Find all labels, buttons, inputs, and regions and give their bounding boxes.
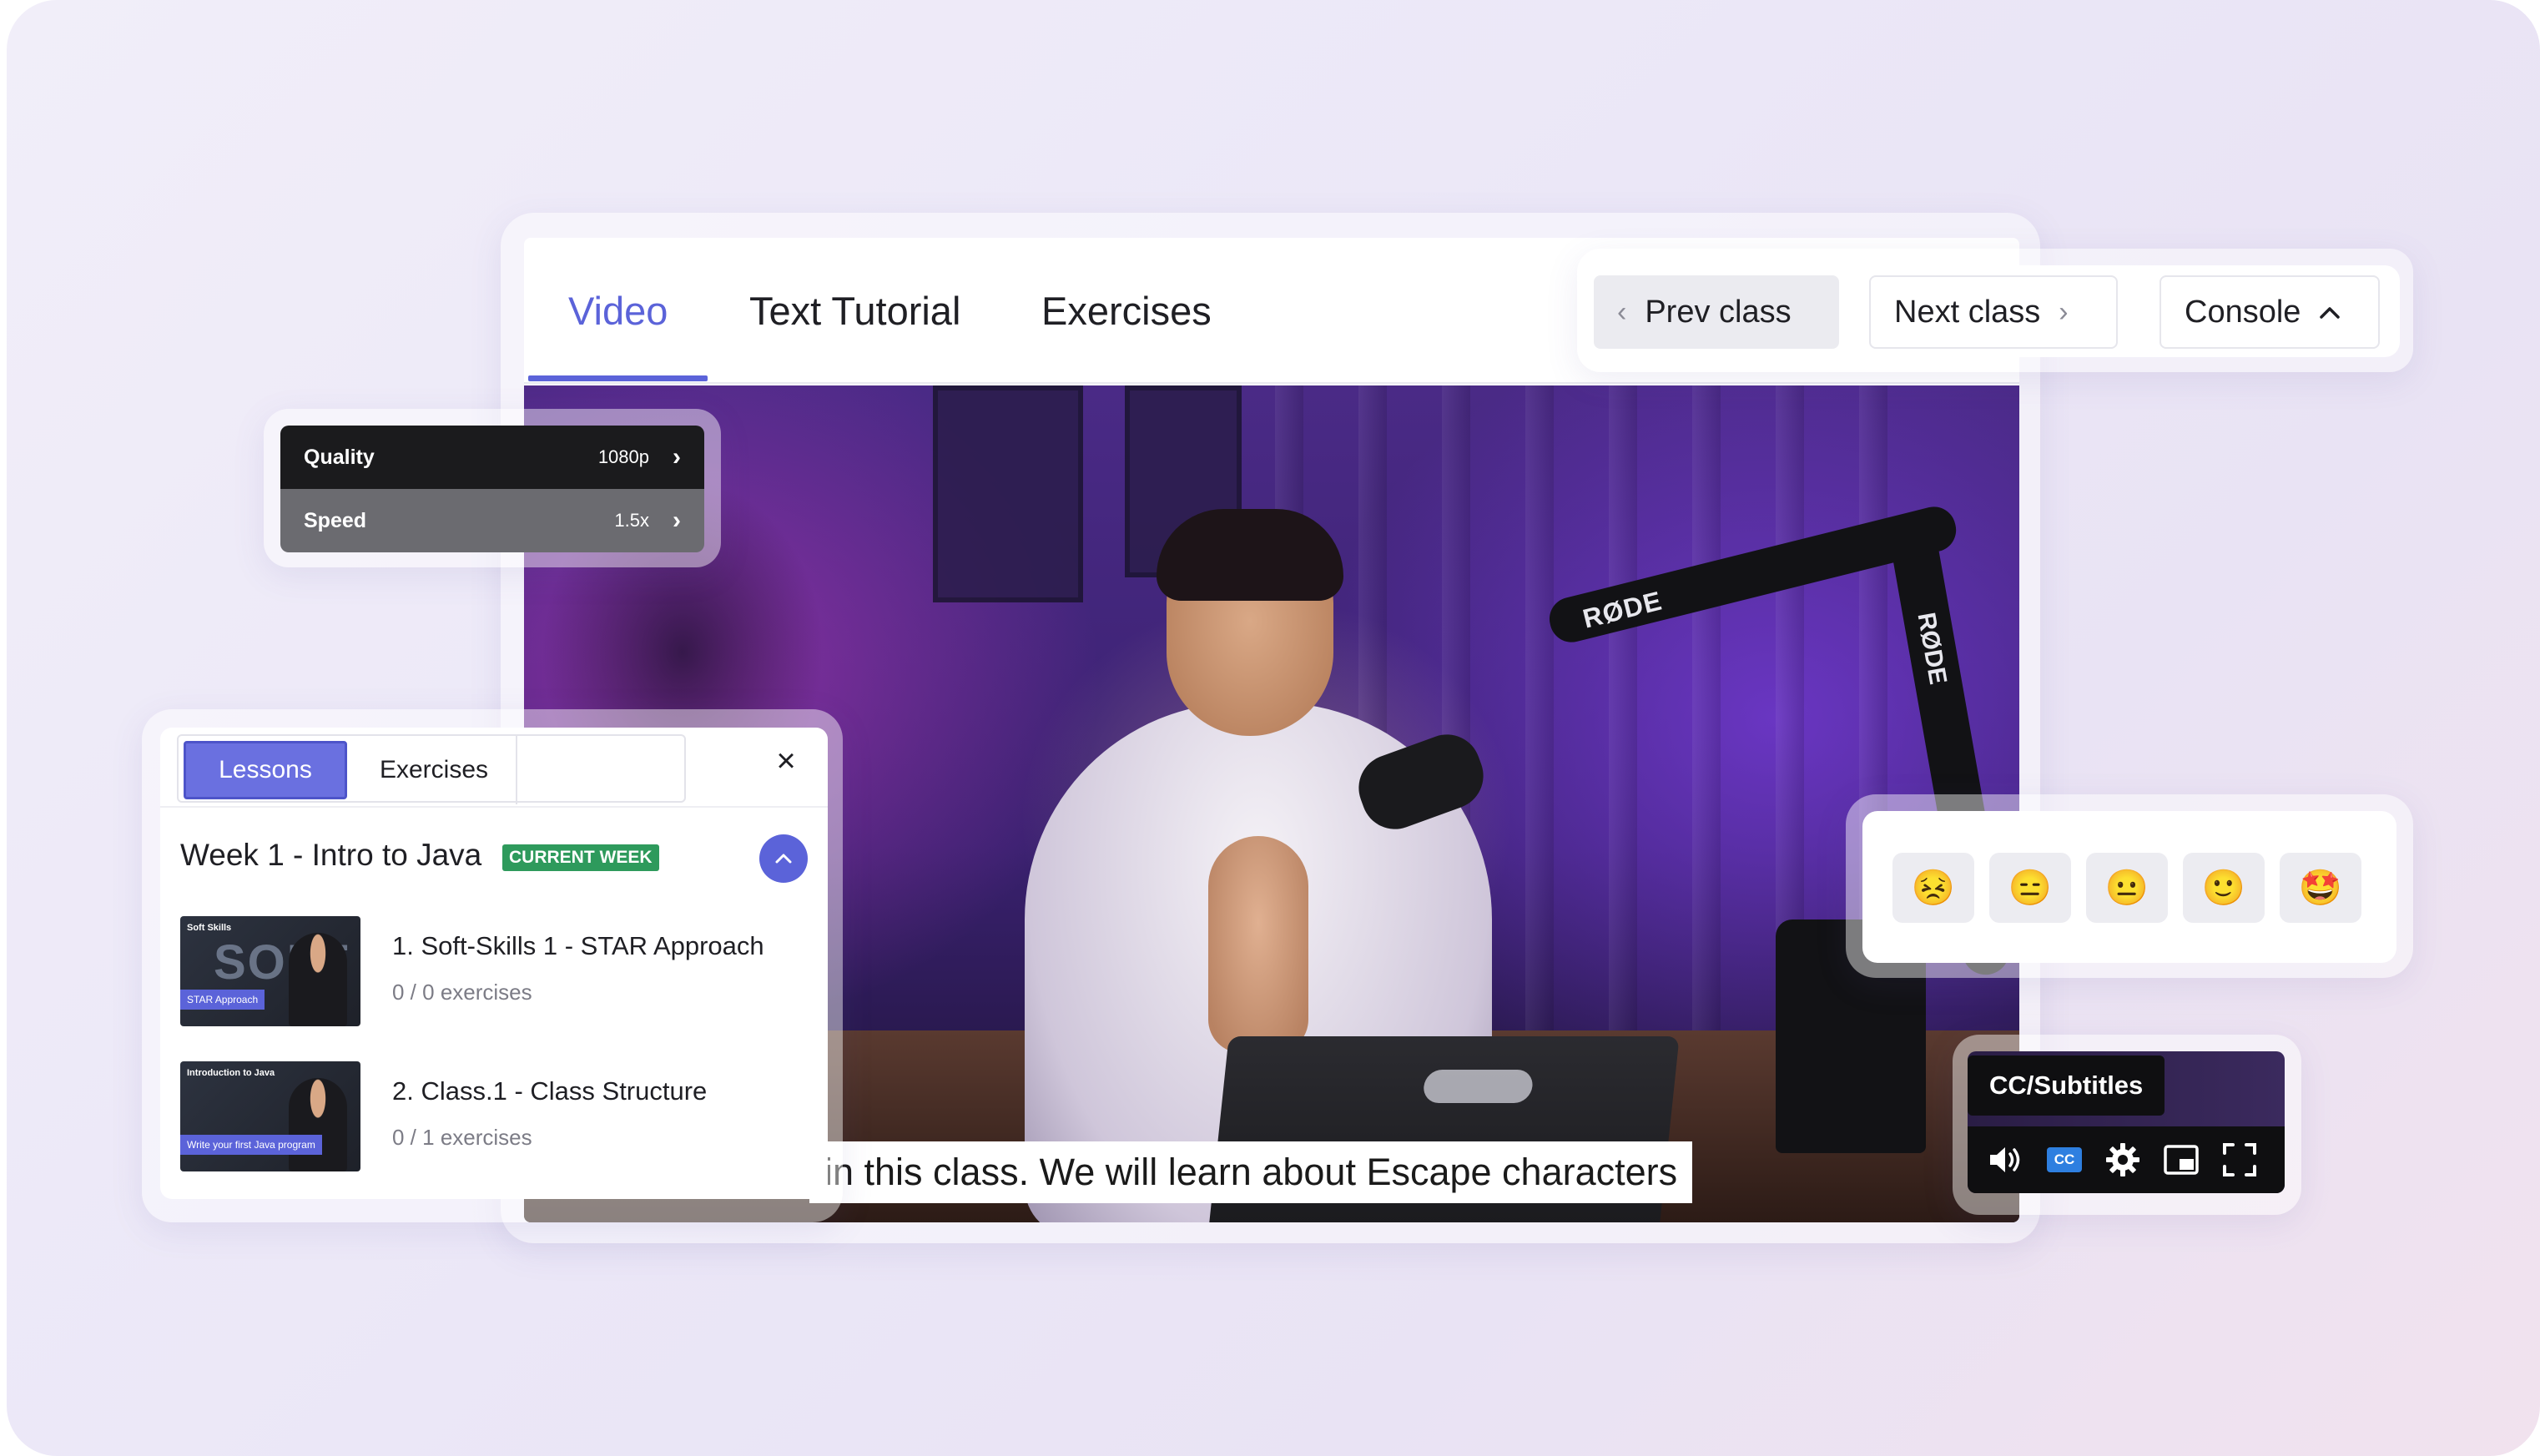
tab-lesson-exercises[interactable]: Exercises (352, 741, 516, 799)
tab-text-tutorial[interactable]: Text Tutorial (749, 288, 960, 334)
collapse-week-button[interactable] (759, 834, 808, 883)
tab-lessons[interactable]: Lessons (184, 741, 347, 799)
volume-icon[interactable] (1981, 1135, 2031, 1185)
thumbnail-heading: Introduction to Java (187, 1068, 275, 1078)
subtitle-caption: in this class. We will learn about Escap… (809, 1141, 1693, 1203)
chevron-right-icon: › (673, 443, 681, 471)
quality-value: 1080p (597, 446, 649, 467)
speed-label: Speed (304, 508, 367, 532)
speed-menu-item[interactable]: Speed 1.5x › (280, 489, 704, 552)
lesson-title: 1. Soft-Skills 1 - STAR Approach (392, 931, 764, 960)
thumbnail-presenter (289, 1078, 347, 1171)
next-class-label: Next class (1894, 294, 2041, 330)
prev-class-button[interactable]: ‹ Prev class (1594, 275, 1839, 349)
chevron-up-icon (775, 854, 792, 864)
settings-gear-icon[interactable] (2098, 1135, 2148, 1185)
console-button[interactable]: Console (2160, 275, 2380, 349)
reaction-expressionless-button[interactable]: 😑 (1989, 853, 2071, 923)
mic-pole-brand: RØDE (1912, 610, 1953, 687)
tab-video[interactable]: Video (568, 288, 668, 334)
cc-tooltip: CC/Subtitles (1968, 1055, 2165, 1116)
lesson-title: 2. Class.1 - Class Structure (392, 1076, 708, 1106)
divider (160, 806, 828, 808)
chevron-left-icon: ‹ (1617, 295, 1627, 328)
next-class-button[interactable]: Next class › (1869, 275, 2118, 349)
cc-icon: CC (2047, 1147, 2082, 1172)
week-title: Week 1 - Intro to Java (180, 838, 482, 872)
quality-label: Quality (304, 445, 375, 469)
mic-arm-brand: RØDE (1580, 585, 1666, 634)
reaction-smile-button[interactable]: 🙂 (2183, 853, 2265, 923)
speed-value: 1.5x (614, 510, 649, 531)
lesson-exercise-count: 0 / 0 exercises (392, 980, 532, 1005)
settings-menu: Quality 1080p › Speed 1.5x › (280, 426, 704, 552)
fullscreen-icon[interactable] (2215, 1135, 2265, 1185)
chevron-up-icon (2320, 307, 2341, 319)
console-label: Console (2185, 294, 2301, 330)
lesson-thumbnail: Introduction to Java Write your first Ja… (180, 1061, 360, 1171)
current-week-badge: CURRENT WEEK (502, 844, 659, 871)
active-tab-indicator (528, 375, 708, 381)
thumbnail-tag: STAR Approach (180, 990, 265, 1010)
lessons-tab-group: Lessons Exercises (177, 734, 686, 804)
lesson-item[interactable]: Introduction to Java Write your first Ja… (180, 1061, 814, 1171)
lessons-panel: Lessons Exercises × Week 1 - Intro to Ja… (160, 728, 828, 1199)
reaction-star-struck-button[interactable]: 🤩 (2280, 853, 2361, 923)
lesson-item[interactable]: Soft Skills SOFT STAR Approach 1. Soft-S… (180, 916, 814, 1026)
presenter-hair (1157, 509, 1343, 601)
lesson-exercise-count: 0 / 1 exercises (392, 1125, 532, 1150)
laptop-logo (1422, 1070, 1535, 1103)
captions-toggle[interactable]: CC (2039, 1135, 2089, 1185)
chevron-right-icon: › (2059, 295, 2069, 328)
tab-divider (516, 736, 517, 804)
tab-exercises[interactable]: Exercises (1041, 288, 1212, 334)
quality-menu-item[interactable]: Quality 1080p › (280, 426, 704, 489)
thumbnail-presenter (289, 933, 347, 1026)
presenter-hands (1208, 836, 1308, 1053)
chevron-right-icon: › (673, 506, 681, 534)
reaction-persevering-button[interactable]: 😣 (1892, 853, 1974, 923)
wall-art (933, 385, 1083, 602)
thumbnail-heading: Soft Skills (187, 923, 232, 933)
lesson-thumbnail: Soft Skills SOFT STAR Approach (180, 916, 360, 1026)
thumbnail-tag: Write your first Java program (180, 1135, 322, 1155)
close-icon[interactable]: × (769, 744, 803, 778)
reaction-neutral-button[interactable]: 😐 (2086, 853, 2168, 923)
prev-class-label: Prev class (1645, 294, 1792, 330)
picture-in-picture-icon[interactable] (2156, 1135, 2206, 1185)
